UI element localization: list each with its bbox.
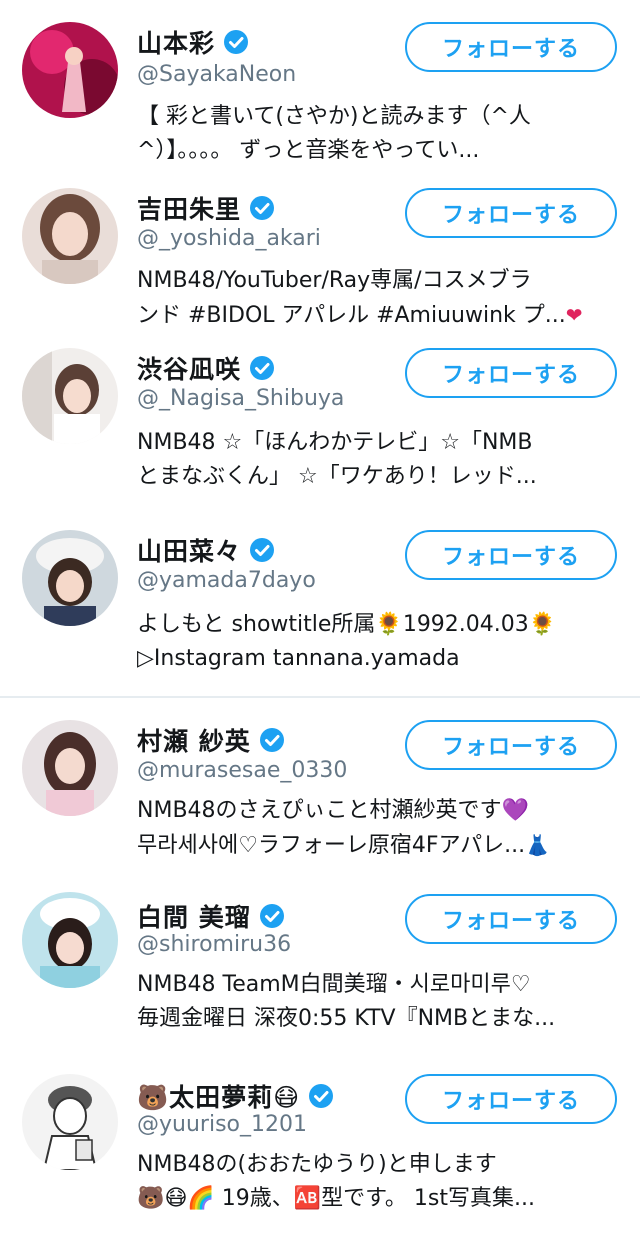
follow-button[interactable]: フォローする: [405, 188, 617, 238]
user-row[interactable]: 吉田朱里 @_yoshida_akari NMB48/YouTuber/Ray専…: [0, 180, 640, 340]
user-name: 🐻太田夢莉😷: [137, 1083, 301, 1112]
avatar[interactable]: [22, 1074, 118, 1170]
user-bio: NMB48 ☆「ほんわかテレビ」☆「NMB とまなぶくん」 ☆「ワケあり！レッド…: [137, 426, 622, 494]
user-handle: @_yoshida_akari: [137, 226, 321, 251]
user-handle: @murasesae_0330: [137, 758, 348, 783]
avatar[interactable]: [22, 530, 118, 626]
user-handle: @yamada7dayo: [137, 568, 316, 593]
user-bio: NMB48 TeamM白間美瑠・시로마미루♡ 毎週金曜日 深夜0:55 KTV『…: [137, 968, 622, 1036]
user-bio: NMB48/YouTuber/Ray専属/コスメブラ ンド #BIDOL アパレ…: [137, 264, 622, 333]
bio-line: ^）】。。。。 ずっと音楽をやってい...: [137, 138, 480, 163]
heart-icon: ❤: [565, 303, 583, 327]
follow-button[interactable]: フォローする: [405, 1074, 617, 1124]
bio-line: 무라세사에♡ラフォーレ原宿4Fアパレ...👗: [137, 828, 622, 863]
follow-button[interactable]: フォローする: [405, 348, 617, 398]
user-name: 山田菜々: [137, 537, 242, 566]
user-row[interactable]: 白間 美瑠 @shiromiru36 NMB48 TeamM白間美瑠・시로마미루…: [0, 886, 640, 1058]
avatar[interactable]: [22, 348, 118, 444]
bio-line: NMB48の(おおたゆうり)と申します: [137, 1152, 497, 1177]
verified-badge-icon: [250, 356, 275, 380]
verified-badge-icon: [224, 30, 249, 54]
user-bio: 【 彩と書いて(さやか)と読みます（^人 ^）】。。。。 ずっと音楽をやってい.…: [137, 100, 622, 168]
bio-line: 【 彩と書いて(さやか)と読みます（^人: [137, 104, 531, 129]
follow-button[interactable]: フォローする: [405, 720, 617, 770]
verified-badge-icon: [259, 904, 284, 928]
avatar[interactable]: [22, 188, 118, 284]
verified-badge-icon: [250, 196, 275, 220]
user-name: 渋谷凪咲: [137, 355, 242, 384]
divider: [0, 696, 640, 698]
user-name: 白間 美瑠: [137, 903, 251, 932]
verified-badge-icon: [309, 1084, 334, 1108]
user-name: 山本彩: [137, 29, 216, 58]
user-name: 村瀬 紗英: [137, 727, 251, 756]
bio-line: よしもと showtitle所属🌻1992.04.03🌻: [137, 612, 557, 637]
follow-suggestions-list: 山本彩 @SayakaNeon 【 彩と書いて(さやか)と読みます（^人 ^）】…: [0, 0, 640, 1256]
bio-line: 🐻😷🌈 19歳、🆎型です。 1st写真集...: [137, 1186, 535, 1211]
bio-line-text: ンド #BIDOL アパレル #Amiuuwink プ...: [137, 303, 566, 328]
user-handle: @_Nagisa_Shibuya: [137, 386, 345, 411]
user-row[interactable]: 村瀬 紗英 @murasesae_0330 NMB48のさえぴぃこと村瀬紗英です…: [0, 700, 640, 886]
bio-line: ▷Instagram tannana.yamada: [137, 646, 460, 671]
avatar[interactable]: [22, 720, 118, 816]
bio-line: ンド #BIDOL アパレル #Amiuuwink プ...❤: [137, 298, 622, 333]
user-row[interactable]: 🐻太田夢莉😷 @yuuriso_1201 NMB48の(おおたゆうり)と申します…: [0, 1058, 640, 1256]
avatar[interactable]: [22, 22, 118, 118]
user-row[interactable]: 山本彩 @SayakaNeon 【 彩と書いて(さやか)と読みます（^人 ^）】…: [0, 0, 640, 180]
avatar[interactable]: [22, 892, 118, 988]
user-bio: NMB48のさえぴぃこと村瀬紗英です💜 무라세사에♡ラフォーレ原宿4Fアパレ..…: [137, 794, 622, 863]
follow-button[interactable]: フォローする: [405, 894, 617, 944]
user-row[interactable]: 渋谷凪咲 @_Nagisa_Shibuya NMB48 ☆「ほんわかテレビ」☆「…: [0, 340, 640, 510]
user-handle: @shiromiru36: [137, 932, 292, 957]
dress-icon: 👗: [525, 833, 551, 857]
user-bio: よしもと showtitle所属🌻1992.04.03🌻 ▷Instagram …: [137, 608, 622, 676]
user-row[interactable]: 山田菜々 @yamada7dayo よしもと showtitle所属🌻1992.…: [0, 510, 640, 696]
follow-button[interactable]: フォローする: [405, 22, 617, 72]
follow-button[interactable]: フォローする: [405, 530, 617, 580]
user-handle: @SayakaNeon: [137, 62, 297, 87]
bio-line: とまなぶくん」 ☆「ワケあり！レッド...: [137, 464, 537, 489]
user-handle: @yuuriso_1201: [137, 1112, 307, 1137]
user-name: 吉田朱里: [137, 195, 242, 224]
user-bio: NMB48の(おおたゆうり)と申します 🐻😷🌈 19歳、🆎型です。 1st写真集…: [137, 1148, 622, 1216]
bio-line: NMB48/YouTuber/Ray専属/コスメブラ: [137, 268, 532, 293]
verified-badge-icon: [259, 728, 284, 752]
bio-line-text: 무라세사에♡ラフォーレ原宿4Fアパレ...: [137, 833, 526, 858]
bio-line: NMB48のさえぴぃこと村瀬紗英です💜: [137, 798, 529, 823]
verified-badge-icon: [250, 538, 275, 562]
bio-line: NMB48 ☆「ほんわかテレビ」☆「NMB: [137, 430, 533, 455]
bio-line: NMB48 TeamM白間美瑠・시로마미루♡: [137, 972, 531, 997]
bio-line: 毎週金曜日 深夜0:55 KTV『NMBとまな...: [137, 1006, 556, 1031]
